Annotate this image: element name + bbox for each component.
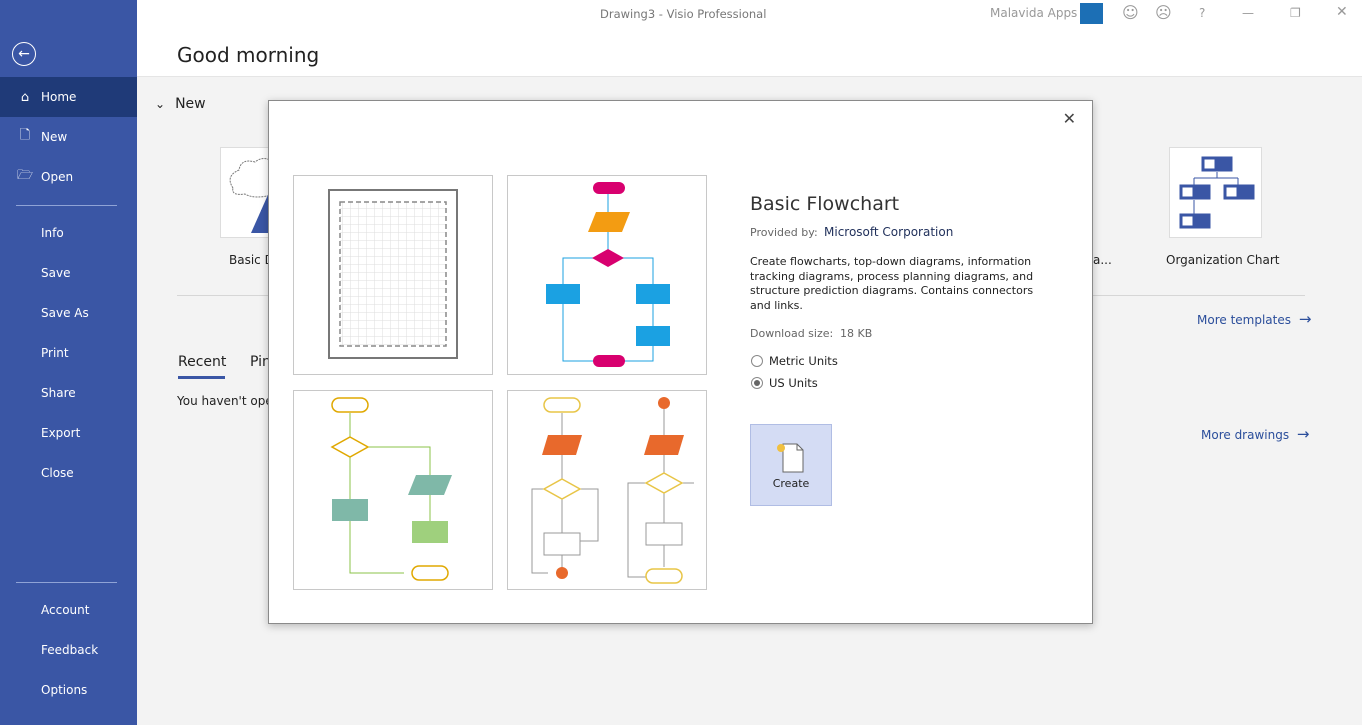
avatar[interactable]	[1080, 3, 1103, 24]
sidebar-item-label: Open	[41, 170, 74, 184]
sidebar-item-export[interactable]: Export	[0, 413, 137, 453]
grid-page-preview	[328, 189, 458, 359]
divider	[16, 205, 117, 206]
sidebar-item-label: Print	[41, 346, 69, 360]
close-icon[interactable]: ✕	[1063, 109, 1076, 128]
sidebar-item-new[interactable]: 🗋 New	[0, 117, 137, 157]
back-arrow-icon[interactable]: ←	[12, 42, 36, 66]
link-label: More templates	[1197, 313, 1291, 327]
flowchart-preview	[330, 397, 452, 581]
sidebar-item-close[interactable]: Close	[0, 453, 137, 493]
divider	[16, 582, 117, 583]
sidebar-item-options[interactable]: Options	[0, 670, 137, 710]
create-button[interactable]: Create	[750, 424, 832, 506]
flowchart-preview	[546, 182, 670, 367]
smile-icon[interactable]: ☺	[1122, 3, 1139, 22]
radio-circle	[751, 377, 763, 389]
tab-label: Recent	[178, 354, 227, 370]
link-label: More drawings	[1201, 428, 1290, 442]
arrow-right-icon: →	[1298, 310, 1312, 328]
empty-recent-text: You haven't open	[177, 394, 281, 408]
sidebar-item-account[interactable]: Account	[0, 590, 137, 630]
new-section-toggle[interactable]: ⌄ New	[155, 96, 206, 112]
sidebar-item-share[interactable]: Share	[0, 373, 137, 413]
sidebar-item-label: Info	[41, 226, 64, 240]
sidebar-item-label: Share	[41, 386, 76, 400]
sidebar-item-label: New	[41, 130, 68, 144]
template-description: Create flowcharts, top-down diagrams, in…	[750, 255, 1034, 312]
sidebar-item-label: Feedback	[41, 643, 99, 657]
download-size-label: Download size:	[750, 327, 834, 340]
tab-recent[interactable]: Recent	[178, 354, 226, 379]
template-label: a...	[1093, 253, 1112, 267]
template-label: Organization Chart	[1166, 253, 1280, 267]
sidebar-item-feedback[interactable]: Feedback	[0, 630, 137, 670]
radio-label: Metric Units	[769, 354, 838, 368]
sidebar-item-label: Home	[41, 90, 77, 104]
folder-open-icon: 🗁	[17, 168, 34, 183]
user-name[interactable]: Malavida Apps	[990, 6, 1077, 20]
dialog-title: Basic Flowchart	[750, 193, 900, 215]
sidebar-item-label: Account	[41, 603, 90, 617]
provider-name: Microsoft Corporation	[824, 225, 954, 239]
sidebar-item-label: Export	[41, 426, 81, 440]
sidebar: ← ⌂ Home 🗋 New 🗁 Open Info Save Save As Pri…	[0, 0, 137, 725]
arrow-right-icon: →	[1296, 425, 1310, 443]
frown-icon[interactable]: ☹	[1155, 3, 1172, 22]
preview-blank-page[interactable]	[293, 175, 493, 375]
new-file-icon: 🗋	[19, 128, 31, 143]
sidebar-item-home[interactable]: ⌂ Home	[0, 77, 137, 117]
more-drawings-link[interactable]: More drawings →	[1201, 425, 1310, 443]
sidebar-item-print[interactable]: Print	[0, 333, 137, 373]
template-organization-chart[interactable]	[1169, 147, 1262, 238]
sidebar-item-info[interactable]: Info	[0, 213, 137, 253]
sidebar-item-label: Options	[41, 683, 88, 697]
flowchart-preview	[531, 397, 694, 584]
template-dialog: ✕ Basic Flowchart Provided by: Microsoft…	[268, 100, 1093, 624]
preview-flowchart-1[interactable]	[507, 175, 707, 375]
help-icon[interactable]: ?	[1199, 6, 1205, 20]
restore-icon[interactable]: ❐	[1290, 6, 1301, 20]
sidebar-item-save[interactable]: Save	[0, 253, 137, 293]
radio-label: US Units	[769, 376, 818, 390]
window-title: Drawing3 - Visio Professional	[600, 7, 767, 21]
metric-units-radio[interactable]: Metric Units	[751, 354, 838, 368]
more-templates-link[interactable]: More templates →	[1197, 310, 1311, 328]
download-size-value: 18 KB	[840, 327, 873, 340]
new-document-icon	[777, 443, 804, 473]
sidebar-item-open[interactable]: 🗁 Open	[0, 157, 137, 197]
sidebar-item-label: Save	[41, 266, 71, 280]
us-units-radio[interactable]: US Units	[751, 376, 818, 390]
create-label: Create	[772, 477, 810, 490]
home-icon: ⌂	[20, 89, 30, 105]
radio-circle	[751, 355, 763, 367]
sidebar-item-label: Close	[41, 466, 74, 480]
close-window-icon[interactable]: ✕	[1336, 4, 1348, 20]
preview-flowchart-2[interactable]	[293, 390, 493, 590]
section-heading: New	[175, 96, 206, 112]
provided-by-label: Provided by:	[750, 226, 818, 239]
chevron-down-icon: ⌄	[155, 97, 166, 111]
minimize-icon[interactable]: —	[1242, 6, 1254, 20]
sidebar-item-save-as[interactable]: Save As	[0, 293, 137, 333]
sidebar-item-label: Save As	[41, 306, 89, 320]
org-chart-thumbnail	[1179, 156, 1255, 229]
page-title: Good morning	[177, 43, 320, 67]
preview-flowchart-3[interactable]	[507, 390, 707, 590]
